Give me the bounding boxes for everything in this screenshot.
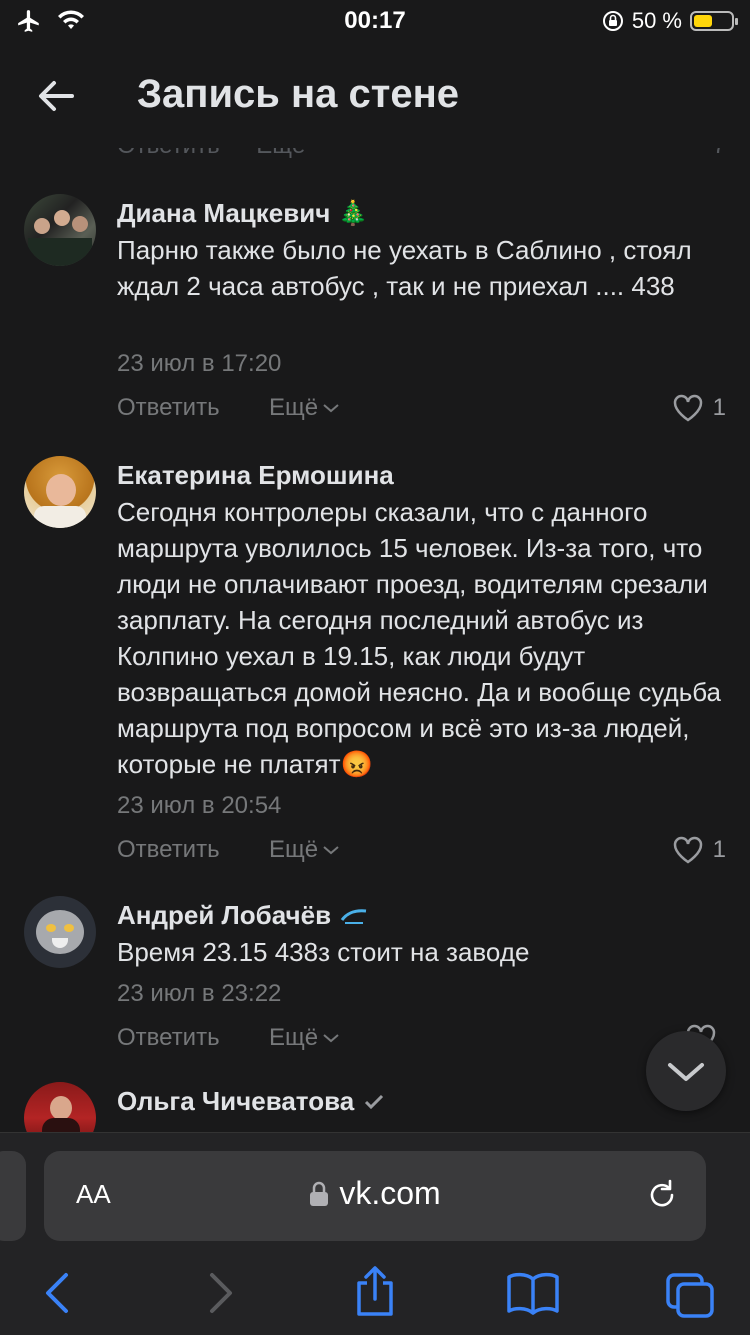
comment-author[interactable]: Екатерина Ермошина xyxy=(117,460,394,491)
url-text: vk.com xyxy=(339,1175,441,1211)
comment-author[interactable]: Диана Мацкевич 🎄 xyxy=(117,198,368,229)
comment-date: 23 июл в 20:54 xyxy=(117,792,282,819)
avatar[interactable] xyxy=(24,456,96,528)
chevron-down-icon xyxy=(323,404,339,413)
heart-icon xyxy=(673,394,702,422)
zenit-badge-icon xyxy=(340,908,367,924)
avatar[interactable] xyxy=(24,194,96,266)
back-button[interactable] xyxy=(34,74,78,118)
comment-actions: Ответить Ещё xyxy=(117,1024,726,1056)
verified-icon xyxy=(365,1094,384,1109)
url-display[interactable]: vk.com xyxy=(44,1175,706,1212)
like-button[interactable]: 1 xyxy=(673,836,726,864)
reply-link[interactable]: Ответить xyxy=(117,394,220,422)
more-label: Ещё xyxy=(269,394,319,421)
like-button[interactable]: 1 xyxy=(673,394,726,422)
bookmarks-icon[interactable] xyxy=(506,1271,560,1315)
battery-icon xyxy=(690,11,738,31)
chevron-down-icon xyxy=(323,1034,339,1043)
comment-author[interactable]: Ольга Чичеватова xyxy=(117,1086,386,1117)
page-header: Запись на стене xyxy=(0,44,750,148)
author-name: Ольга Чичеватова xyxy=(117,1086,355,1116)
heart-icon xyxy=(673,836,702,864)
comment-text: Сегодня контролеры сказали, что с данног… xyxy=(117,497,722,779)
battery-percent: 50 % xyxy=(631,8,682,33)
author-name: Андрей Лобачёв xyxy=(117,900,332,930)
more-menu[interactable]: Ещё xyxy=(269,394,340,422)
reply-link[interactable]: Ответить xyxy=(117,1024,220,1052)
back-icon[interactable] xyxy=(40,1271,76,1315)
author-name: Екатерина Ермошина xyxy=(117,460,394,490)
comment-text: Парню также было не уехать в Саблино , с… xyxy=(117,235,692,301)
status-bar: 00:17 50 % xyxy=(0,0,750,44)
address-bar[interactable]: AA vk.com xyxy=(44,1151,706,1241)
tabs-icon[interactable] xyxy=(664,1271,716,1319)
chevron-down-icon xyxy=(323,846,339,855)
browser-toolbar xyxy=(0,1266,750,1335)
avatar[interactable] xyxy=(24,896,96,968)
more-label: Ещё xyxy=(269,1024,319,1051)
previous-tab-preview[interactable] xyxy=(0,1151,26,1241)
forward-icon[interactable] xyxy=(202,1271,238,1315)
reload-icon[interactable] xyxy=(644,1177,680,1213)
avatar[interactable] xyxy=(24,1082,96,1132)
reply-link[interactable]: Ответить xyxy=(117,836,220,864)
share-icon[interactable] xyxy=(352,1265,398,1317)
like-count: 1 xyxy=(712,836,726,863)
more-menu[interactable]: Ещё xyxy=(269,1024,340,1052)
comment-actions: Ответить Ещё 1 xyxy=(117,836,726,868)
comment-text: Время 23.15 438з стоит на заводе xyxy=(117,937,530,967)
orientation-lock-icon xyxy=(602,11,623,31)
chevron-down-icon xyxy=(668,1063,704,1081)
comment-author[interactable]: Андрей Лобачёв xyxy=(117,900,369,931)
more-menu[interactable]: Ещё xyxy=(269,836,340,864)
browser-bottom-bar: AA vk.com xyxy=(0,1132,750,1335)
comment-date: 23 июл в 23:22 xyxy=(117,980,282,1007)
more-label: Ещё xyxy=(269,836,319,863)
like-count: 1 xyxy=(712,394,726,421)
comments-feed[interactable]: Ответить Ещё 7 Диана Мацкевич 🎄 Парню та… xyxy=(0,138,750,1132)
comment-actions: Ответить Ещё 1 xyxy=(117,394,726,426)
comment-date: 23 июл в 17:20 xyxy=(117,350,282,377)
lock-icon xyxy=(310,1181,329,1206)
status-right: 50 % xyxy=(602,8,738,34)
author-name: Диана Мацкевич xyxy=(117,198,331,228)
back-arrow-icon xyxy=(39,81,74,111)
tree-badge-icon: 🎄 xyxy=(338,200,369,227)
scroll-down-button[interactable] xyxy=(646,1031,726,1111)
page-title: Запись на стене xyxy=(137,72,460,116)
